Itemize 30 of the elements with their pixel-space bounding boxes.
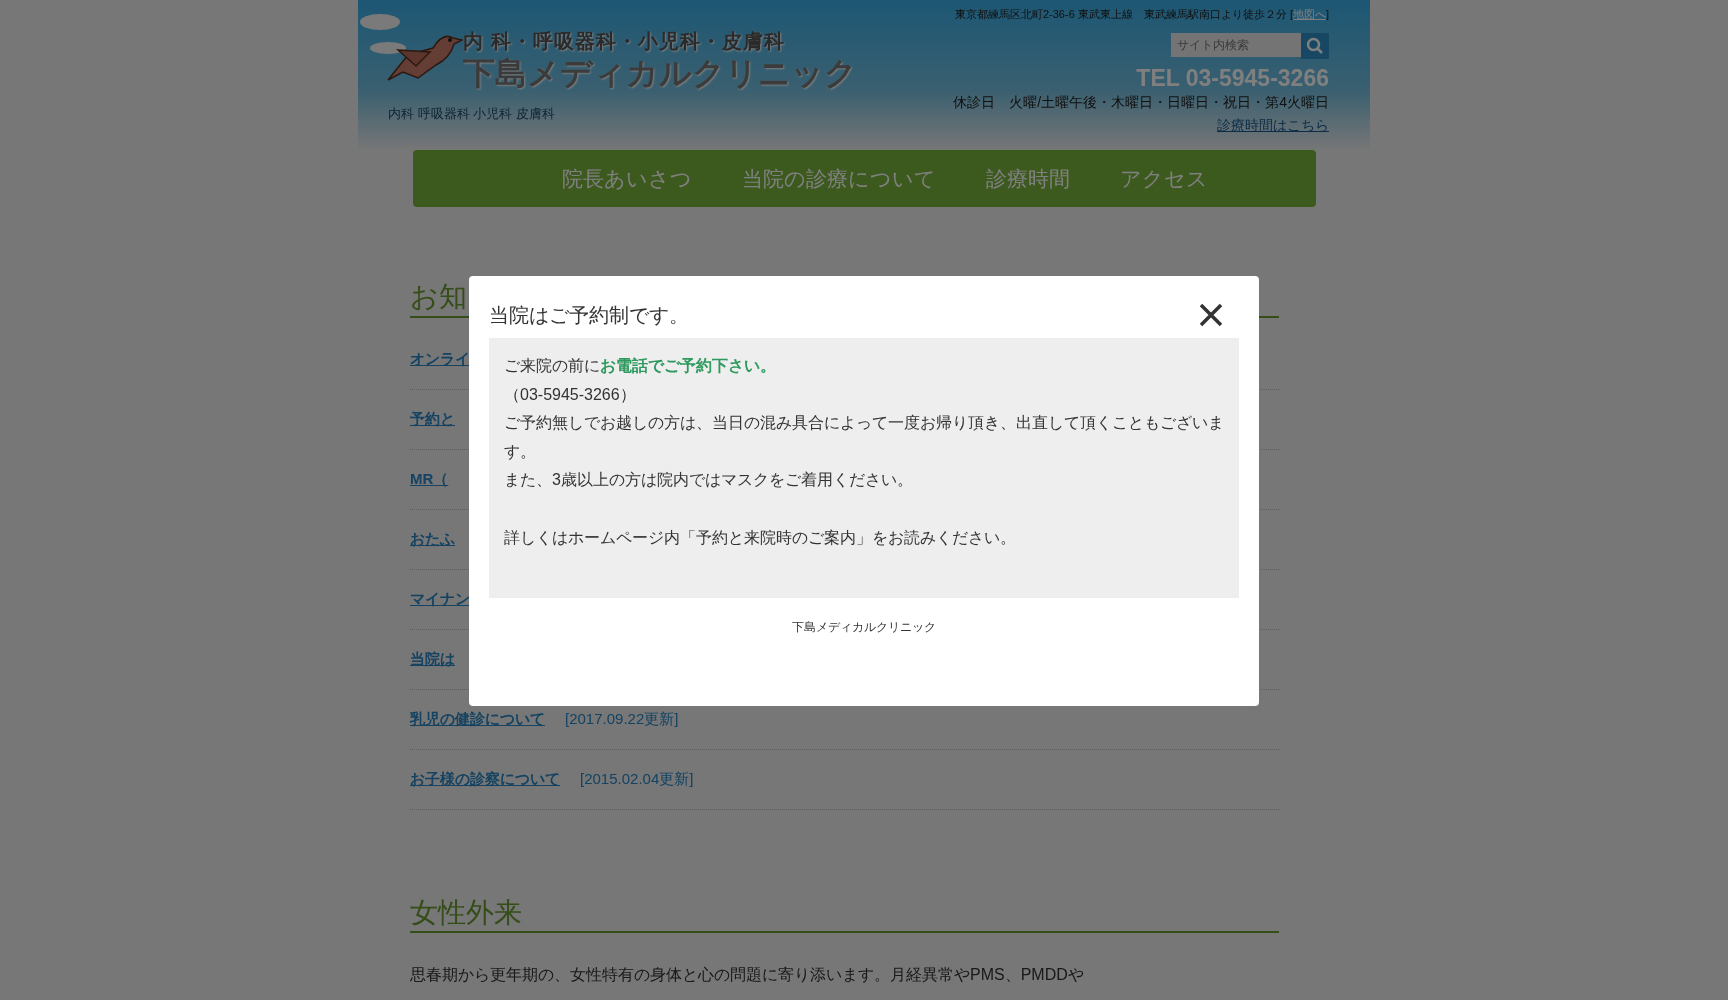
news-link[interactable]: マイナン xyxy=(410,587,470,611)
nav-link[interactable]: 院長あいさつ xyxy=(561,162,692,195)
nav-link[interactable]: 診療時間 xyxy=(985,162,1070,195)
tagline: 内科 呼吸器科 小児科 皮膚科 xyxy=(388,105,555,123)
notice-text: 詳しくはホームページ内「予約と来院時のご案内」をお読みください。 xyxy=(504,527,1017,548)
nav-link[interactable]: 当院の診療について xyxy=(741,162,936,195)
notice-text: ご予約無しでお越しの方は、当日の混み具合によって一度お帰り頂き、出直して頂くこともございます。 xyxy=(504,413,1224,462)
notice-text: また、3歳以上の方は院内ではマスクをご着用ください。 xyxy=(504,470,914,491)
news-link[interactable]: MR（ xyxy=(410,467,449,491)
clinic-logo-text: 下島メディカルクリニック xyxy=(463,56,857,92)
update-date: [2017.09.22更新] xyxy=(565,708,679,729)
news-link[interactable]: オンライ xyxy=(410,347,470,371)
nav-link[interactable]: アクセス xyxy=(1119,162,1208,195)
notice-text: ご来院の前にお電話でご予約下さい。 xyxy=(504,356,777,376)
section-heading: 女性外来 xyxy=(410,895,1279,934)
news-link[interactable]: 当院は xyxy=(410,647,455,671)
modal-footer-text: 下島メディカルクリニック xyxy=(791,619,937,636)
search-button[interactable] xyxy=(1301,32,1329,59)
address-text: 東京都練馬区北町2-36-6 東武東上線 東武練馬駅南口より徒歩２分 [地図へ] xyxy=(953,7,1329,22)
news-link[interactable]: 乳児の健診について xyxy=(410,707,545,731)
notice-text: （03-5945-3266） xyxy=(504,384,637,405)
news-link[interactable]: おたふ xyxy=(410,527,455,551)
section-text: 思春期から更年期の、女性特有の身体と心の問題に寄り添います。月経異常やPMS、PMDDや xyxy=(410,965,1085,986)
hours-link[interactable]: 診療時間はこちら xyxy=(1217,117,1329,134)
news-link[interactable]: 予約と xyxy=(410,407,455,431)
news-link[interactable]: お子様の診察について xyxy=(410,767,560,791)
closed-days-text: 休診日 火曜/土曜午後・木曜日・日曜日・祝日・第4火曜日 xyxy=(953,93,1329,113)
phone-number: TEL 03-5945-3266 xyxy=(1135,64,1329,93)
specialties-logo-text: 内 科・呼吸器科・小児科・皮膚科 xyxy=(463,29,786,54)
update-date: [2015.02.04更新] xyxy=(580,768,694,789)
